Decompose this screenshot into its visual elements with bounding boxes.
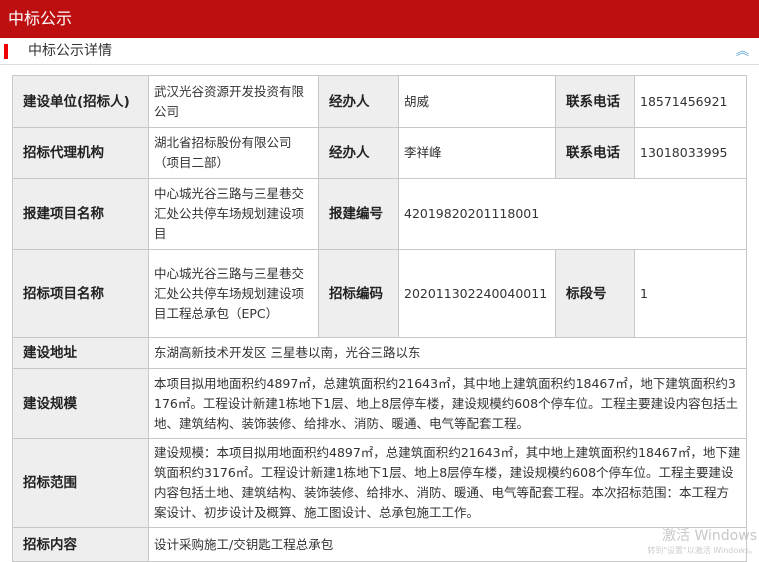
double-chevron-up-icon[interactable]: ︽ bbox=[736, 38, 749, 65]
table-row: 建设地址 东湖高新技术开发区 三星巷以南，光谷三路以东 bbox=[12, 337, 747, 369]
value-cell: 李祥峰 bbox=[398, 127, 556, 179]
detail-table: 建设单位(招标人) 武汉光谷资源开发投资有限公司 经办人 胡威 联系电话 185… bbox=[12, 75, 747, 562]
label-cell: 经办人 bbox=[318, 75, 399, 128]
value-cell: 中心城光谷三路与三星巷交汇处公共停车场规划建设项目工程总承包（EPC） bbox=[148, 249, 319, 338]
value-cell: 18571456921 bbox=[634, 75, 747, 128]
label-cell: 联系电话 bbox=[555, 127, 635, 179]
table-row: 招标代理机构 湖北省招标股份有限公司（项目二部） 经办人 李祥峰 联系电话 13… bbox=[12, 127, 747, 179]
section-header: 中标公示详情 ︽ bbox=[0, 38, 759, 65]
label-cell: 建设地址 bbox=[12, 337, 149, 369]
value-cell: 202011302240040011 bbox=[398, 249, 556, 338]
label-cell: 招标内容 bbox=[12, 527, 149, 562]
label-cell: 招标项目名称 bbox=[12, 249, 149, 338]
table-row: 报建项目名称 中心城光谷三路与三星巷交汇处公共停车场规划建设项目 报建编号 42… bbox=[12, 178, 747, 250]
label-cell: 招标范围 bbox=[12, 438, 149, 528]
page-title: 中标公示 bbox=[8, 9, 73, 28]
page-header: 中标公示 bbox=[0, 0, 759, 38]
value-cell: 东湖高新技术开发区 三星巷以南，光谷三路以东 bbox=[148, 337, 747, 369]
section-title: 中标公示详情 bbox=[28, 43, 112, 59]
value-cell: 胡威 bbox=[398, 75, 556, 128]
table-row: 招标范围 建设规模：本项目拟用地面积约4897㎡，总建筑面积约21643㎡，其中… bbox=[12, 438, 747, 528]
label-cell: 联系电话 bbox=[555, 75, 635, 128]
value-cell: 湖北省招标股份有限公司（项目二部） bbox=[148, 127, 319, 179]
label-cell: 建设规模 bbox=[12, 368, 149, 439]
table-row: 招标项目名称 中心城光谷三路与三星巷交汇处公共停车场规划建设项目工程总承包（EP… bbox=[12, 249, 747, 338]
label-cell: 报建项目名称 bbox=[12, 178, 149, 250]
label-cell: 标段号 bbox=[555, 249, 635, 338]
value-cell: 1 bbox=[634, 249, 747, 338]
label-cell: 建设单位(招标人) bbox=[12, 75, 149, 128]
label-cell: 招标代理机构 bbox=[12, 127, 149, 179]
section-marker bbox=[4, 44, 8, 59]
value-cell: 13018033995 bbox=[634, 127, 747, 179]
label-cell: 经办人 bbox=[318, 127, 399, 179]
activation-watermark: 激活 Windows bbox=[662, 528, 757, 544]
value-cell: 武汉光谷资源开发投资有限公司 bbox=[148, 75, 319, 128]
label-cell: 报建编号 bbox=[318, 178, 399, 250]
label-cell: 招标编码 bbox=[318, 249, 399, 338]
table-row: 建设规模 本项目拟用地面积约4897㎡，总建筑面积约21643㎡，其中地上建筑面… bbox=[12, 368, 747, 439]
value-cell: 42019820201118001 bbox=[398, 178, 747, 250]
table-row: 建设单位(招标人) 武汉光谷资源开发投资有限公司 经办人 胡威 联系电话 185… bbox=[12, 75, 747, 128]
table-row: 招标内容 设计采购施工/交钥匙工程总承包 bbox=[12, 527, 747, 562]
value-cell: 中心城光谷三路与三星巷交汇处公共停车场规划建设项目 bbox=[148, 178, 319, 250]
activation-watermark-sub: 转到"设置"以激活 Windows。 bbox=[647, 546, 757, 555]
value-cell: 建设规模：本项目拟用地面积约4897㎡，总建筑面积约21643㎡，其中地上建筑面… bbox=[148, 438, 747, 528]
value-cell: 本项目拟用地面积约4897㎡，总建筑面积约21643㎡，其中地上建筑面积约184… bbox=[148, 368, 747, 439]
